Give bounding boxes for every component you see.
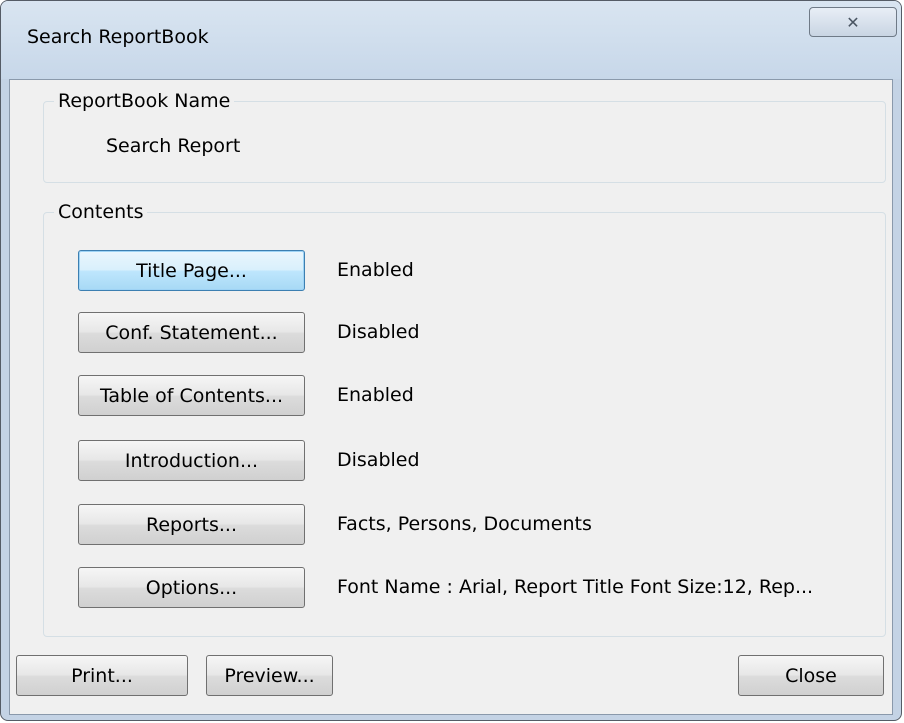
reportbook-name-group-title: ReportBook Name xyxy=(54,89,235,113)
options-button[interactable]: Options... xyxy=(78,567,305,608)
contents-group-title: Contents xyxy=(54,200,148,224)
introduction-status: Disabled xyxy=(337,449,420,471)
options-status: Font Name : Arial, Report Title Font Siz… xyxy=(337,576,814,598)
reportbook-name-group: ReportBook Name Search Report xyxy=(43,89,886,183)
introduction-button[interactable]: Introduction... xyxy=(78,440,305,481)
close-icon: ✕ xyxy=(846,12,860,32)
reportbook-name-value: Search Report xyxy=(106,135,241,157)
close-button[interactable]: Close xyxy=(738,655,884,696)
window-title: Search ReportBook xyxy=(27,26,209,48)
print-button[interactable]: Print... xyxy=(16,655,188,696)
table-of-contents-status: Enabled xyxy=(337,384,414,406)
reports-status: Facts, Persons, Documents xyxy=(337,513,592,535)
table-of-contents-button[interactable]: Table of Contents... xyxy=(78,375,305,416)
conf-statement-button[interactable]: Conf. Statement... xyxy=(78,312,305,353)
contents-group: Contents Title Page... Enabled Conf. Sta… xyxy=(43,200,886,637)
title-bar[interactable]: Search ReportBook ✕ xyxy=(1,1,901,79)
reports-button[interactable]: Reports... xyxy=(78,504,305,545)
dialog-window: Search ReportBook ✕ ReportBook Name Sear… xyxy=(0,0,902,721)
conf-statement-status: Disabled xyxy=(337,321,420,343)
title-page-status: Enabled xyxy=(337,259,414,281)
dialog-body: ReportBook Name Search Report Contents T… xyxy=(9,79,893,715)
window-close-button[interactable]: ✕ xyxy=(809,7,897,37)
title-page-button[interactable]: Title Page... xyxy=(78,250,305,291)
preview-button[interactable]: Preview... xyxy=(206,655,333,696)
